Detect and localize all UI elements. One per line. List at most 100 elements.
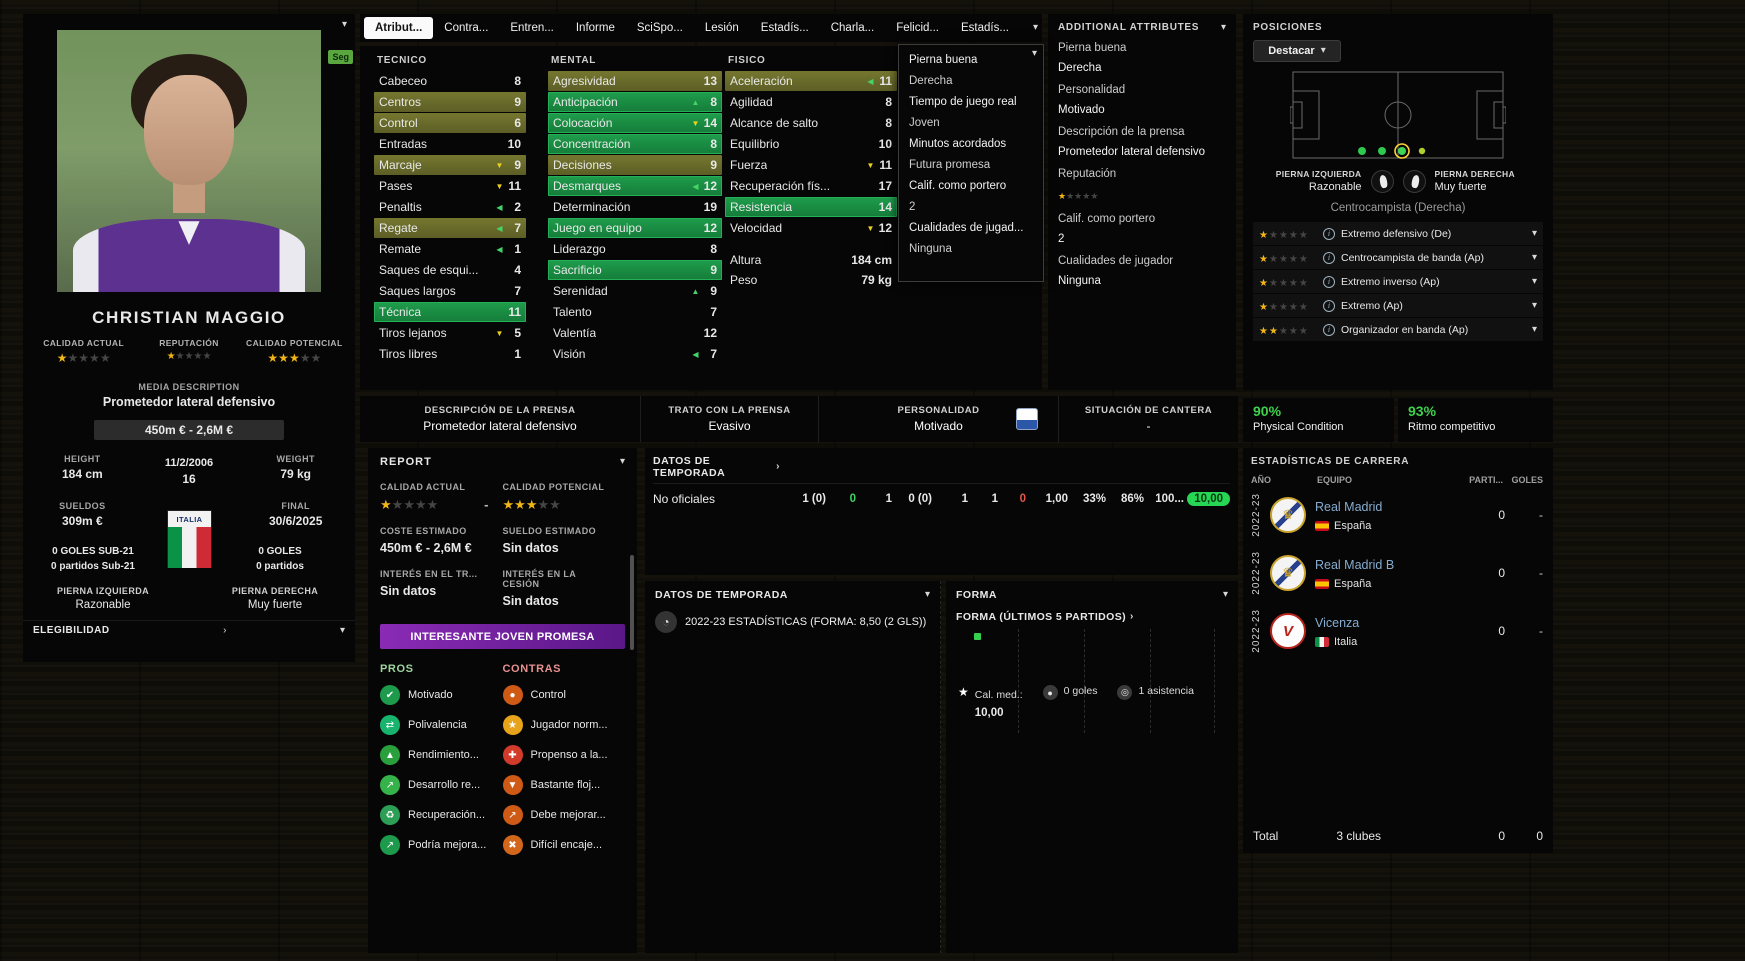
team-name[interactable]: Vicenza	[1315, 616, 1359, 630]
tab[interactable]: Informe	[565, 17, 626, 39]
season-table-title[interactable]: DATOS DE TEMPORADA ›	[653, 455, 780, 479]
transfer-interest: INTERÉS EN EL TR... Sin datos	[380, 569, 478, 598]
career-row[interactable]: 2022-23 Real Madrid España 0 -	[1251, 487, 1543, 543]
chevron-right-icon: ›	[223, 624, 227, 636]
tab[interactable]: Estadís...	[950, 17, 1020, 39]
attribute-row: Tiros lejanos ▼ 5	[379, 326, 521, 340]
height: HEIGHT 184 cm	[61, 454, 103, 481]
tab[interactable]: Entren...	[499, 17, 564, 39]
star-icon: ★	[1268, 301, 1279, 313]
star-icon: ★	[288, 351, 300, 365]
report-title: REPORT	[380, 456, 432, 468]
chevron-down-icon[interactable]: ▾	[1033, 23, 1038, 33]
highlight-button[interactable]: Destacar ▾	[1253, 40, 1341, 62]
report-scrollbar[interactable]	[630, 555, 634, 650]
info-icon[interactable]: i	[1323, 227, 1335, 240]
chevron-down-icon[interactable]: ▾	[620, 457, 625, 467]
chevron-down-icon[interactable]: ▾	[1532, 252, 1537, 263]
tab[interactable]: Estadís...	[750, 17, 820, 39]
dropdown-item-value[interactable]: 2	[899, 196, 1043, 217]
reputation-stars: ★★★★★	[1058, 186, 1226, 204]
info-icon[interactable]: i	[1323, 275, 1335, 288]
star-icon: ★	[67, 351, 79, 365]
chevron-down-icon[interactable]: ▾	[1032, 49, 1037, 59]
dropdown-item-label[interactable]: Minutos acordados	[899, 133, 1043, 154]
position-role-row[interactable]: ★★★★★ i Organizador en banda (Ap) ▾	[1253, 318, 1543, 341]
tab[interactable]: Felicid...	[885, 17, 950, 39]
role-rating-stars: ★★★★★	[1259, 297, 1317, 315]
dropdown-item-label[interactable]: Cualidades de jugad...	[899, 217, 1043, 238]
reputation: REPUTACIÓN ★★★★★	[136, 338, 241, 365]
star-icon: ★	[202, 351, 212, 362]
attribute-row: Visión ◀ 7	[553, 347, 717, 361]
physical-title: FISICO	[728, 55, 766, 66]
stat-value: 0 (0)	[908, 493, 932, 505]
trend-arrow-icon: ◀	[496, 244, 503, 254]
team-name[interactable]: Real Madrid B	[1315, 558, 1394, 572]
season-stats-table: DATOS DE TEMPORADA › No oficiales 1 (0) 0…	[645, 448, 1238, 575]
con-item: ● Control	[502, 685, 626, 705]
dropdown-item-label[interactable]: Calif. como portero	[899, 175, 1043, 196]
attribute-row: Aceleración ◀ 11	[725, 71, 897, 91]
dropdown-item-value[interactable]: Derecha	[899, 70, 1043, 91]
star-icon: ★	[175, 351, 185, 362]
report-current-ability: CALIDAD ACTUAL ★★★★★ -	[380, 482, 489, 512]
assists-stat: ◎ 1 asistencia	[1117, 685, 1194, 700]
transfer-value: 450m € - 2,6M €	[94, 420, 284, 440]
trend-arrow-icon: ◀	[496, 223, 503, 233]
recommendation-button[interactable]: INTERESANTE JOVEN PROMESA	[380, 624, 625, 649]
star-icon: ★	[1278, 325, 1289, 337]
additional-attribute-pair: Reputación ★★★★★	[1058, 168, 1226, 204]
chevron-down-icon[interactable]: ▾	[1532, 300, 1537, 311]
career-row[interactable]: 2022-23 Vicenza Italia 0 -	[1251, 603, 1543, 659]
tab-bar: Atribut... Contra... Entren... Informe SciSp…	[360, 14, 1042, 42]
natural-position: Centrocampista (Derecha)	[1330, 202, 1466, 214]
stat-value: 1	[961, 493, 968, 505]
mental-title: MENTAL	[551, 55, 597, 66]
attribute-row: Decisiones 9	[548, 155, 722, 175]
chevron-down-icon[interactable]: ▾	[1532, 228, 1537, 239]
info-icon[interactable]: i	[1323, 299, 1335, 312]
season-panel-title: DATOS DE TEMPORADA	[655, 589, 788, 601]
star-icon: ★	[1259, 253, 1269, 265]
position-role-row[interactable]: ★★★★★ i Centrocampista de banda (Ap) ▾	[1253, 246, 1543, 269]
chevron-down-icon[interactable]: ▾	[1532, 276, 1537, 287]
chevron-down-icon[interactable]: ▾	[1221, 22, 1226, 33]
role-rating-stars: ★★★★★	[1259, 273, 1317, 291]
row-label: No oficiales	[653, 492, 716, 506]
tab[interactable]: Atribut...	[364, 17, 434, 39]
chevron-right-icon: ›	[1130, 611, 1134, 622]
season-year: 2022-23	[1251, 609, 1262, 653]
season-selector[interactable]: ◔ 2022-23 ESTADÍSTICAS (FORMA: 8,50 (2 G…	[655, 611, 930, 633]
left-foot-icon	[1370, 169, 1394, 193]
info-icon[interactable]: i	[1323, 323, 1335, 336]
team-name[interactable]: Real Madrid	[1315, 500, 1382, 514]
dropdown-pair: Tiempo de juego real Joven	[899, 91, 1043, 133]
form-data-point	[974, 633, 981, 640]
dropdown-item-label[interactable]: Pierna buena	[899, 49, 1043, 70]
attribute-row: Centros 9	[374, 92, 526, 112]
growth-icon: ↗	[380, 775, 400, 795]
tab[interactable]: Charla...	[820, 17, 885, 39]
chevron-down-icon[interactable]: ▾	[342, 20, 347, 30]
form-subtitle[interactable]: FORMA (ÚLTIMOS 5 PARTIDOS) ›	[956, 611, 1228, 623]
position-role-row[interactable]: ★★★★★ i Extremo defensivo (De) ▾	[1253, 222, 1543, 245]
dropdown-item-value[interactable]: Ninguna	[899, 238, 1043, 259]
dropdown-item-value[interactable]: Joven	[899, 112, 1043, 133]
chevron-down-icon[interactable]: ▾	[925, 590, 930, 600]
tab[interactable]: Lesión	[694, 17, 750, 39]
chevron-down-icon[interactable]: ▾	[1223, 590, 1228, 600]
down-icon: ▼	[502, 775, 523, 795]
tab[interactable]: SciSpo...	[626, 17, 694, 39]
eligibility-header[interactable]: ELEGIBILIDAD › ▾	[23, 620, 355, 640]
position-role-row[interactable]: ★★★★★ i Extremo (Ap) ▾	[1253, 294, 1543, 317]
tab[interactable]: Contra...	[433, 17, 499, 39]
chevron-down-icon[interactable]: ▾	[1532, 324, 1537, 335]
chevron-down-icon[interactable]: ▾	[340, 625, 345, 636]
position-role-row[interactable]: ★★★★★ i Extremo inverso (Ap) ▾	[1253, 270, 1543, 293]
dropdown-item-label[interactable]: Tiempo de juego real	[899, 91, 1043, 112]
info-icon[interactable]: i	[1323, 251, 1335, 264]
technical-column: TECNICO Cabeceo 8 Centros 9 Control 6 En…	[374, 55, 526, 365]
dropdown-item-value[interactable]: Futura promesa	[899, 154, 1043, 175]
career-row[interactable]: 2022-23 Real Madrid B España 0 -	[1251, 545, 1543, 601]
